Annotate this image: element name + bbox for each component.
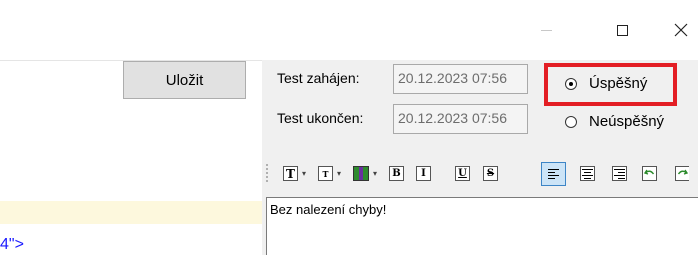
close-icon [674,23,688,37]
maximize-icon [616,24,628,36]
strikethrough-button[interactable]: S [483,166,498,181]
test-start-field[interactable]: 20.12.2023 07:56 [393,64,528,94]
save-button[interactable]: Uložit [123,61,246,99]
minimize-icon [540,29,552,31]
highlighted-line [0,201,262,224]
editor-text: Bez nalezení chyby! [270,202,387,217]
notes-editor[interactable]: Bez nalezení chyby! [266,197,698,255]
undo-icon [644,169,655,175]
close-button[interactable] [663,12,698,48]
radio-success[interactable] [565,78,577,90]
italic-button[interactable]: I [416,166,431,181]
underline-button[interactable]: U [455,166,470,181]
font-button[interactable]: T [283,166,298,181]
font-dropdown-icon[interactable]: ▾ [302,169,306,178]
test-end-label: Test ukončen: [277,110,364,126]
redo-icon [677,169,688,175]
color-dropdown-icon[interactable]: ▾ [373,169,377,178]
test-end-field[interactable]: 20.12.2023 07:56 [393,104,528,134]
radio-success-label[interactable]: Úspěšný [589,75,647,92]
color-button[interactable] [353,166,369,181]
undo-button[interactable] [642,166,657,181]
bold-button[interactable]: B [389,166,404,181]
radio-failure[interactable] [565,116,577,128]
background-code-snippet: 4"> [0,236,24,253]
toolbar-grip[interactable] [266,164,268,182]
radio-failure-label[interactable]: Neúspěšný [589,113,664,130]
font-size-button[interactable]: T [318,166,333,181]
font-size-dropdown-icon[interactable]: ▾ [337,169,341,178]
redo-button[interactable] [675,166,689,181]
window-titlebar [0,0,698,60]
align-left-button[interactable] [546,166,561,181]
radio-selected-dot [569,82,573,86]
test-start-label: Test zahájen: [277,70,360,86]
maximize-button[interactable] [604,12,640,48]
minimize-button[interactable] [528,12,564,48]
align-center-button[interactable] [580,166,595,181]
align-right-button[interactable] [612,166,627,181]
